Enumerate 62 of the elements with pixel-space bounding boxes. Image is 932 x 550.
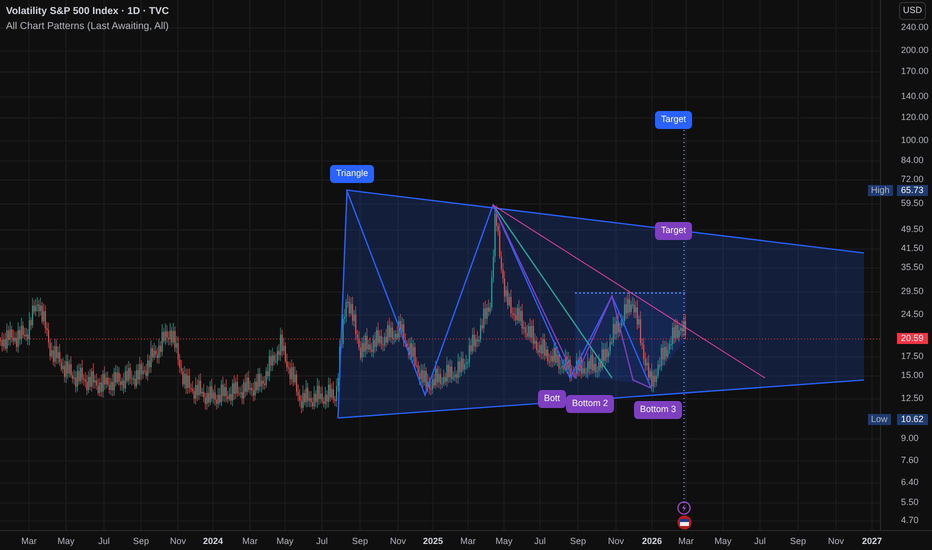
time-tick: Jul — [754, 535, 766, 548]
price-tick: 17.50 — [901, 352, 924, 361]
price-tick: 120.00 — [901, 113, 929, 122]
price-tick: 170.00 — [901, 67, 929, 76]
price-tick: 41.50 — [901, 244, 924, 253]
time-tick: Nov — [828, 535, 844, 548]
price-tick: 72.00 — [901, 175, 924, 184]
time-tick: Nov — [170, 535, 186, 548]
price-tick: 240.00 — [901, 23, 929, 32]
flag-icon — [677, 515, 692, 530]
price-tick: 140.00 — [901, 92, 929, 101]
pattern-label: Triangle — [330, 165, 374, 182]
chart-title: Volatility S&P 500 Index · 1D · TVC — [6, 5, 170, 19]
price-tick: 6.40 — [901, 478, 919, 487]
lightning-icon — [677, 501, 691, 515]
currency-button[interactable]: USD — [899, 2, 926, 20]
time-tick: 2027 — [862, 535, 882, 548]
price-extreme-label: 10.62 — [897, 414, 928, 425]
price-extreme-tag: Low — [868, 414, 891, 425]
time-tick: Sep — [790, 535, 806, 548]
price-tick: 4.70 — [901, 516, 919, 525]
time-tick: Mar — [21, 535, 37, 548]
price-tick: 9.00 — [901, 434, 919, 443]
time-tick: Jul — [534, 535, 546, 548]
price-tick: 49.50 — [901, 225, 924, 234]
last-price-label: 20.59 — [897, 333, 928, 344]
time-tick: May — [496, 535, 512, 548]
price-tick: 15.00 — [901, 371, 924, 380]
time-tick: 2025 — [422, 535, 444, 548]
time-tick: Sep — [570, 535, 586, 548]
time-tick: Nov — [608, 535, 624, 548]
time-tick: Mar — [678, 535, 694, 548]
pattern-label: Bottom 3 — [634, 401, 682, 418]
time-tick: Jul — [316, 535, 328, 548]
time-tick: 2026 — [642, 535, 662, 548]
price-tick: 35.50 — [901, 263, 924, 272]
time-tick: Jul — [98, 535, 110, 548]
price-extreme-label: 65.73 — [897, 185, 928, 196]
time-tick: 2024 — [202, 535, 224, 548]
time-tick: Mar — [242, 535, 258, 548]
time-tick: Mar — [460, 535, 476, 548]
price-tick: 84.00 — [901, 156, 924, 165]
time-tick: May — [276, 535, 294, 548]
price-tick: 5.50 — [901, 498, 919, 507]
time-tick: Sep — [133, 535, 149, 548]
pattern-label: Bott — [538, 390, 566, 408]
time-tick: May — [58, 535, 74, 548]
price-tick: 29.50 — [901, 287, 924, 296]
time-tick: Sep — [352, 535, 368, 548]
price-tick: 100.00 — [901, 136, 929, 145]
pattern-label: Target — [655, 111, 692, 128]
price-tick: 200.00 — [901, 46, 929, 55]
price-tick: 24.50 — [901, 310, 924, 319]
price-tick: 59.50 — [901, 199, 924, 208]
price-extreme-tag: High — [868, 185, 893, 196]
price-tick: 12.50 — [901, 394, 924, 403]
time-tick: Nov — [390, 535, 406, 548]
price-tick: 7.60 — [901, 456, 919, 465]
indicator-name: All Chart Patterns (Last Awaiting, All) — [6, 20, 170, 34]
pattern-label: Bottom 2 — [566, 395, 614, 412]
pattern-label: Target — [655, 222, 692, 240]
time-tick: May — [714, 535, 732, 548]
